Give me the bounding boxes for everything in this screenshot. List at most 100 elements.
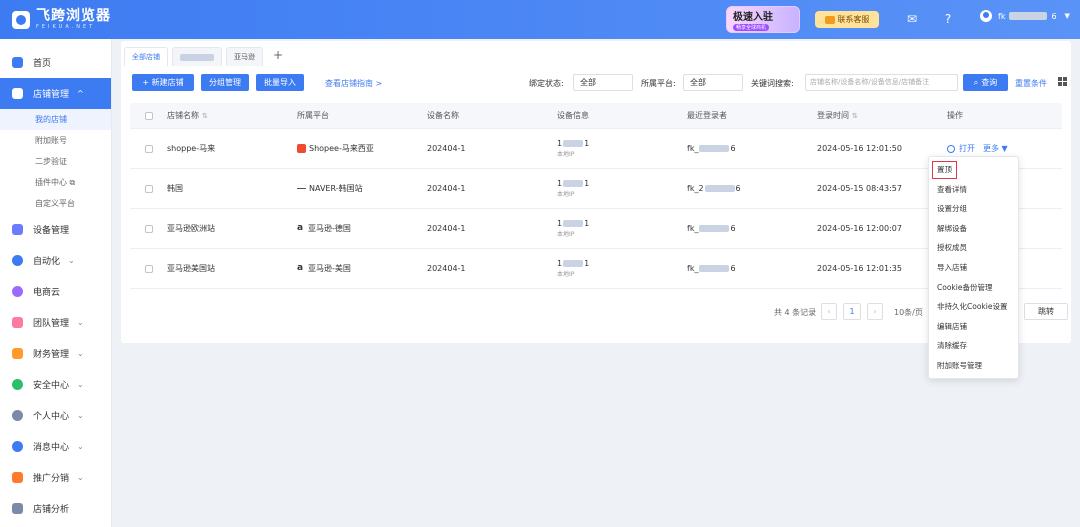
tab-amazon[interactable]: 亚马逊 [226, 47, 263, 66]
device-info: 1 1 本地IP [557, 169, 589, 208]
search-button[interactable]: ⌕ 查询 [963, 74, 1008, 91]
open-store-button[interactable]: 打开 [947, 143, 975, 154]
support-button[interactable]: 联系客服 [815, 11, 879, 28]
col-actions: 操作 [947, 111, 963, 120]
sidebar-item-team[interactable]: 团队管理 ⌄ [0, 307, 111, 338]
sidebar-item-store-manage[interactable]: 店铺管理 ^ [0, 78, 111, 109]
row-checkbox[interactable] [145, 169, 153, 208]
sidebar-item-analytics[interactable]: 店铺分析 [0, 493, 111, 524]
chevron-up-icon: ^ [77, 89, 84, 98]
caret-down-icon: ▼ [1001, 144, 1008, 153]
last-login-user: fk_ 6 [687, 129, 736, 168]
sidebar-subitem-my-stores[interactable]: 我的店铺 [0, 109, 111, 130]
menu-item-set-group[interactable]: 设置分组 [929, 199, 1018, 219]
device-info-start: 1 [557, 259, 563, 268]
chevron-down-icon: ⌄ [77, 442, 84, 451]
batch-import-button[interactable]: 批量导入 [256, 74, 304, 91]
menu-item-nonpersistent-cookie[interactable]: 非持久化Cookie设置 [929, 297, 1018, 317]
sidebar-item-profile[interactable]: 个人中心 ⌄ [0, 400, 111, 431]
menu-item-authorize-members[interactable]: 授权成员 [929, 238, 1018, 258]
user-menu[interactable]: fk 6 ▼ [980, 10, 1070, 22]
group-manage-button[interactable]: 分组管理 [201, 74, 249, 91]
menu-item-unbind-device[interactable]: 解绑设备 [929, 219, 1018, 239]
select-all-checkbox[interactable] [145, 103, 153, 128]
menu-item-view-details[interactable]: 查看详情 [929, 180, 1018, 200]
promo-subtitle: 畅享全球商机 [733, 24, 770, 31]
login-user-end: 6 [730, 144, 736, 153]
bind-status-select[interactable]: 全部 [573, 74, 633, 91]
menu-item-pin-top[interactable]: 置顶 [931, 160, 958, 180]
help-icon[interactable]: ? [941, 12, 955, 26]
app-logo[interactable]: 飞跨浏览器 FEIKUA.NET [12, 9, 111, 30]
prev-page-button[interactable]: ‹ [821, 303, 837, 320]
grid-view-icon[interactable] [1058, 77, 1067, 86]
platform-cell: Shopee-马来西亚 [297, 129, 374, 168]
jump-page-button[interactable]: 跳转 [1024, 303, 1068, 320]
tab-all-stores[interactable]: 全部店铺 [124, 47, 168, 66]
sidebar-item-label: 个人中心 [33, 412, 70, 422]
sidebar-subitem-custom-platform[interactable]: 自定义平台 [0, 193, 111, 214]
device-name: 202404-1 [427, 224, 466, 233]
support-label: 联系客服 [837, 15, 870, 24]
username-prefix: fk [998, 11, 1006, 21]
menu-item-edit-store[interactable]: 编辑店铺 [929, 317, 1018, 337]
promo-banner[interactable]: 极速入驻 畅享全球商机 [726, 6, 800, 33]
sidebar-item-ecloud[interactable]: 电商云 [0, 276, 111, 307]
sidebar-subitem-two-step[interactable]: 二步验证 [0, 151, 111, 172]
sidebar-item-devices[interactable]: 设备管理 [0, 214, 111, 245]
menu-item-import-store[interactable]: 导入店铺 [929, 258, 1018, 278]
next-page-button[interactable]: › [867, 303, 883, 320]
sidebar-subitem-plugins[interactable]: 插件中心 ⧉ [0, 172, 111, 193]
sidebar-item-home[interactable]: 首页 [0, 47, 111, 78]
reset-filters-link[interactable]: 重置条件 [1015, 78, 1047, 89]
device-info: 1 1 本地IP [557, 129, 589, 168]
col-login-time[interactable]: 登录时间 ⇅ [817, 103, 858, 128]
row-checkbox[interactable] [145, 209, 153, 248]
store-icon [12, 88, 23, 99]
login-user-end: 6 [735, 184, 741, 193]
menu-item-cookie-backup[interactable]: Cookie备份管理 [929, 278, 1018, 298]
sidebar-item-automation[interactable]: 自动化 ⌄ [0, 245, 111, 276]
redacted-block [563, 260, 584, 267]
sidebar-item-label: 安全中心 [33, 381, 70, 391]
device-info-sub: 本地IP [557, 151, 575, 158]
user-avatar-icon [980, 10, 992, 22]
platform-label: 亚马逊-美国 [308, 264, 351, 273]
add-tab-icon[interactable]: + [267, 47, 289, 66]
table-row: shoppe-马来 Shopee-马来西亚 202404-1 1 1 本地IP fk… [130, 129, 1062, 169]
search-button-label: 查询 [981, 78, 998, 87]
page-number-button[interactable]: 1 [843, 303, 861, 320]
sidebar-item-finance[interactable]: 财务管理 ⌄ [0, 338, 111, 369]
sidebar-item-promotion[interactable]: 推广分销 ⌄ [0, 462, 111, 493]
redacted-block [704, 185, 735, 192]
table-row: 亚马逊欧洲站 a 亚马逊-德国 202404-1 1 1 本地IP fk_ 6 2024… [130, 209, 1062, 249]
redacted-block [699, 265, 730, 272]
device-info: 1 1 本地IP [557, 249, 589, 288]
sidebar-item-messages[interactable]: 消息中心 ⌄ [0, 431, 111, 462]
sidebar-subitem-extra-accounts[interactable]: 附加账号 [0, 130, 111, 151]
keyword-search-input[interactable]: 店铺名称/设备名称/设备信息/店铺备注 [805, 74, 958, 91]
redacted-block [1009, 12, 1048, 20]
page-size-select[interactable]: 10条/页 [894, 307, 923, 318]
device-icon [12, 224, 23, 235]
tab-redacted[interactable] [172, 47, 222, 66]
redacted-block [180, 53, 214, 61]
wallet-icon [12, 348, 23, 359]
table-header: 店铺名称 ⇅ 所属平台 设备名称 设备信息 最近登录者 登录时间 ⇅ 操作 [130, 103, 1062, 129]
col-store-name[interactable]: 店铺名称 ⇅ [167, 103, 208, 128]
redacted-block [699, 225, 730, 232]
more-actions-button[interactable]: 更多 ▼ [983, 143, 1008, 154]
col-platform: 所属平台 [297, 111, 329, 120]
platform-select[interactable]: 全部 [683, 74, 743, 91]
chevron-down-icon: ⌄ [77, 318, 84, 327]
menu-item-clear-cache[interactable]: 清除缓存 [929, 336, 1018, 356]
mail-icon[interactable]: ✉ [905, 12, 919, 26]
cloud-icon [12, 286, 23, 297]
more-actions-menu: 置顶 查看详情 设置分组 解绑设备 授权成员 导入店铺 Cookie备份管理 非… [928, 156, 1019, 379]
sidebar-item-security[interactable]: 安全中心 ⌄ [0, 369, 111, 400]
row-checkbox[interactable] [145, 249, 153, 288]
row-checkbox[interactable] [145, 129, 153, 168]
store-guide-link[interactable]: 查看店铺指南 > [325, 78, 382, 89]
menu-item-extra-accounts[interactable]: 附加账号管理 [929, 356, 1018, 376]
new-store-button[interactable]: + 新建店铺 [132, 74, 194, 91]
